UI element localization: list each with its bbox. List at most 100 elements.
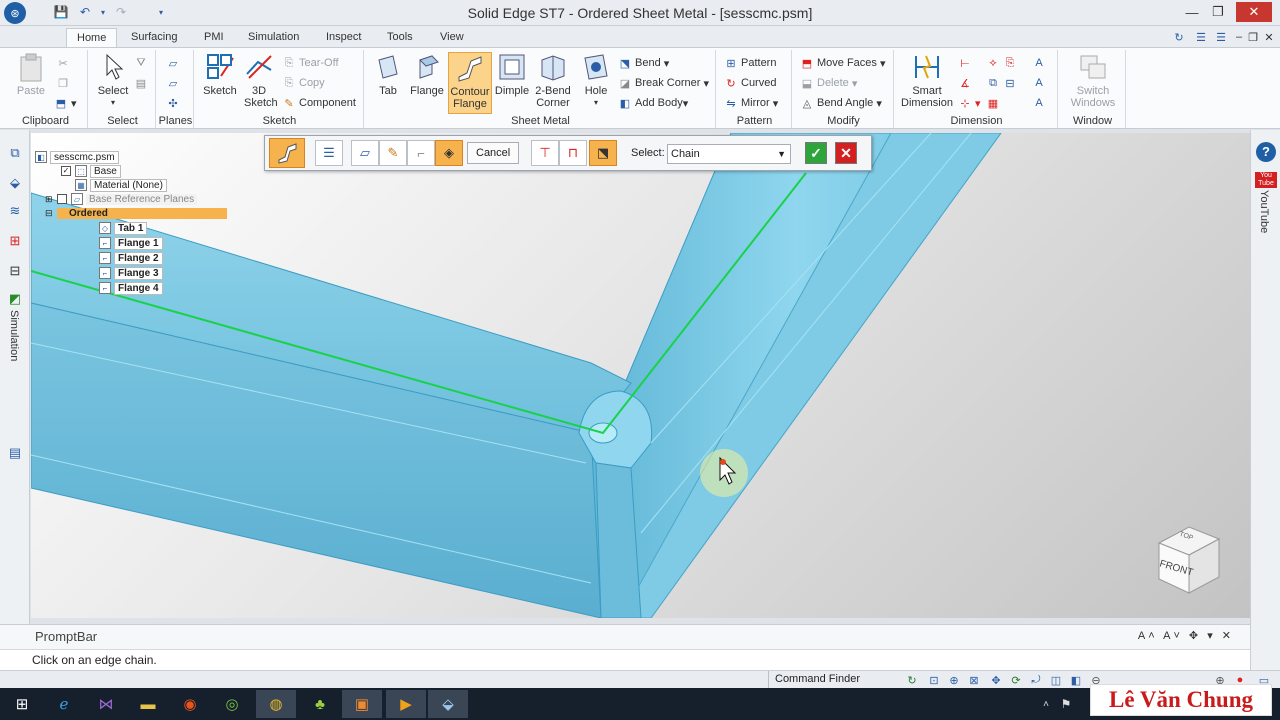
internet-explorer-icon[interactable]: ℯ <box>44 690 84 718</box>
pan-icon[interactable]: ✥ <box>989 673 1003 687</box>
simulation-side-tab[interactable]: Simulation <box>8 310 20 361</box>
utility-app-icon[interactable]: ◎ <box>212 690 252 718</box>
paste-special-icon[interactable]: ⬒ ▾ <box>54 94 77 112</box>
coordinate-system-icon[interactable]: ✣ <box>166 94 183 112</box>
tray-flag-icon[interactable]: ⚑ <box>1056 690 1076 718</box>
zoom-area-icon[interactable]: ⊡ <box>927 673 941 687</box>
plane-icon[interactable]: ▱ <box>166 54 183 72</box>
text-style-icon[interactable]: A <box>1032 74 1049 92</box>
layers-tab-icon[interactable]: ≋ <box>6 202 24 220</box>
firefox-icon[interactable]: ◉ <box>170 690 210 718</box>
curved-button[interactable]: ↻ Curved <box>724 74 776 92</box>
options-icon[interactable]: ☰ <box>1194 30 1208 44</box>
doc-close-icon[interactable]: ✕ <box>1262 30 1276 44</box>
side-step-icon[interactable]: ⌐ <box>407 140 435 166</box>
dimension-style-icon[interactable]: ▦ <box>986 94 1003 112</box>
pattern-button[interactable]: ⊞ Pattern <box>724 54 776 72</box>
collapse-icon[interactable]: ⊟ <box>45 208 57 219</box>
chrome-icon[interactable]: ◍ <box>256 690 296 718</box>
hole-button[interactable]: Hole ▾ <box>578 52 614 109</box>
cancel-button[interactable]: Cancel <box>467 142 520 164</box>
contour-flange-button[interactable]: Contour Flange <box>448 52 492 114</box>
help-arrow-icon[interactable]: ↻ <box>1172 30 1186 44</box>
solid-edge-taskbar-icon[interactable]: ⬙ <box>428 690 468 718</box>
zoom-icon[interactable]: ⊕ <box>947 673 961 687</box>
tree-ref-planes[interactable]: ⊞ ▱ Base Reference Planes <box>45 192 227 206</box>
options2-icon[interactable]: ☰ <box>1214 30 1228 44</box>
sketch-button[interactable]: Sketch <box>200 52 240 97</box>
paste-button[interactable]: Paste <box>10 52 52 97</box>
copy-icon[interactable]: ❐ <box>56 74 73 92</box>
bend-button[interactable]: ⬔ Bend ▾ <box>618 54 669 72</box>
tab-view[interactable]: View <box>430 28 474 48</box>
tree-feature-flange3[interactable]: ⌐ Flange 3 <box>99 266 227 280</box>
tree-base[interactable]: ✓ ⬚ Base <box>61 164 227 178</box>
coordinate-dimension-icon[interactable]: ⊹ ▾ <box>958 94 980 112</box>
plane-step-icon[interactable]: ▱ <box>351 140 379 166</box>
sketch3d-button[interactable]: 3D Sketch <box>240 52 278 109</box>
distance-between-icon[interactable]: ⊢ <box>958 54 975 72</box>
refresh-view-icon[interactable]: ↻ <box>905 673 919 687</box>
delete-button[interactable]: ⬓ Delete ▾ <box>800 74 858 92</box>
break-corner-button[interactable]: ◪ Break Corner ▾ <box>618 74 709 92</box>
accept-icon[interactable]: ✓ <box>805 142 827 164</box>
component-button[interactable]: ✎ Component <box>282 94 355 112</box>
extent-range-icon[interactable]: ⊓ <box>559 140 587 166</box>
feature-library-tab-icon[interactable]: ⊟ <box>6 262 24 280</box>
tab-pmi[interactable]: PMI <box>194 28 234 48</box>
tree-feature-flange1[interactable]: ⌐ Flange 1 <box>99 236 227 250</box>
tree-ordered[interactable]: ⊟ Ordered <box>45 206 227 220</box>
text-increase-icon[interactable]: A <box>1032 54 1049 72</box>
view-styles-icon[interactable]: ◧ <box>1069 673 1083 687</box>
tearoff-button[interactable]: ⎘ Tear-Off <box>282 54 339 72</box>
switch-windows-button[interactable]: Switch Windows <box>1064 52 1122 109</box>
app-leaf-icon[interactable]: ♣ <box>300 690 340 718</box>
angle-between-icon[interactable]: ∡ <box>958 74 975 92</box>
doc-restore-icon[interactable]: ❐ <box>1246 30 1260 44</box>
cut-icon[interactable]: ✂ <box>56 54 73 72</box>
miter-icon[interactable]: ⬔ <box>589 140 617 166</box>
youtube-icon[interactable]: You Tube <box>1255 172 1277 188</box>
doc-minimize-icon[interactable]: – <box>1232 30 1246 44</box>
graphics-viewport[interactable]: ◧ sesscmc.psm ✓ ⬚ Base ▦ Material (None)… <box>31 133 1250 618</box>
prompt-bar-controls[interactable]: A˄ A˅ ✥ ▾ ✕ <box>1138 629 1234 642</box>
two-bend-corner-button[interactable]: 2-Bend Corner <box>532 52 574 109</box>
add-body-button[interactable]: ◧ Add Body ▾ <box>618 94 688 112</box>
tree-feature-flange2[interactable]: ⌐ Flange 2 <box>99 251 227 265</box>
named-views-icon[interactable]: ◫ <box>1049 673 1063 687</box>
tab-feature-button[interactable]: Tab <box>370 52 406 97</box>
tab-surfacing[interactable]: Surfacing <box>121 28 187 48</box>
dimple-button[interactable]: Dimple <box>494 52 530 97</box>
base-checkbox[interactable]: ✓ <box>61 166 71 176</box>
copy-sketch-button[interactable]: ⎘ Copy <box>282 74 325 92</box>
tab-simulation[interactable]: Simulation <box>238 28 309 48</box>
spin-about-icon[interactable]: ⤾ <box>1029 673 1043 687</box>
smart-dimension-button[interactable]: Smart Dimension <box>898 52 956 109</box>
family-of-parts-tab-icon[interactable]: ⊞ <box>6 232 24 250</box>
restore-button[interactable]: ❐ <box>1204 2 1232 22</box>
visual-studio-icon[interactable]: ⋈ <box>86 690 126 718</box>
contour-flange-step-icon[interactable] <box>269 138 305 168</box>
tray-chevron-icon[interactable]: ˄ <box>1036 690 1056 718</box>
relate-icon[interactable]: ⟡ ⎘ <box>986 54 1020 72</box>
tab-home[interactable]: Home <box>66 28 118 48</box>
text-decrease-icon[interactable]: A <box>1032 94 1049 112</box>
parts-library-tab-icon[interactable]: ⬙ <box>6 174 24 192</box>
tree-material[interactable]: ▦ Material (None) <box>75 178 227 192</box>
tab-inspect[interactable]: Inspect <box>316 28 371 48</box>
close-button[interactable]: ✕ <box>1236 2 1272 22</box>
ref-planes-checkbox[interactable] <box>57 194 67 204</box>
select-button[interactable]: Select ▾ <box>94 52 132 109</box>
file-explorer-icon[interactable]: ▬ <box>128 690 168 718</box>
minimize-button[interactable]: — <box>1178 2 1206 22</box>
rotate-icon[interactable]: ⟳ <box>1009 673 1023 687</box>
profile-step-icon[interactable]: ✎ <box>379 140 407 166</box>
help-icon[interactable]: ? <box>1256 142 1276 162</box>
youtube-side-tab[interactable]: YouTube <box>1258 190 1270 233</box>
pathfinder-tab-icon[interactable]: ⧉ <box>6 144 24 162</box>
path-step-icon[interactable]: ◈ <box>435 140 463 166</box>
expand-icon[interactable]: ⊞ <box>45 194 57 205</box>
reject-icon[interactable]: ✕ <box>835 142 857 164</box>
extent-icon[interactable]: ⊤ <box>531 140 559 166</box>
command-finder-input[interactable]: Command Finder <box>768 671 900 688</box>
